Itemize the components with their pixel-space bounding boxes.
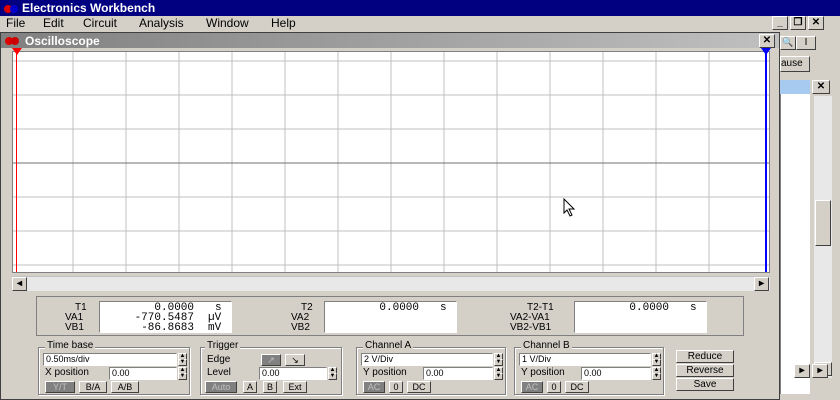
dt-unit: s [690, 302, 697, 314]
ba-button[interactable]: B/A [79, 381, 107, 393]
edge-fall-button[interactable]: ↘ [285, 354, 305, 366]
vb1-label: VB1 [65, 322, 84, 333]
app-close-button[interactable]: ✕ [808, 16, 824, 30]
menu-circuit[interactable]: Circuit [83, 16, 117, 30]
vb2-label: VB2 [291, 322, 310, 333]
channel-b-ypos-field[interactable]: 0.00 [581, 367, 651, 380]
trigger-a-button[interactable]: A [243, 381, 257, 393]
channel-b-title: Channel B [521, 340, 572, 351]
t2-value: 0.0000 [379, 302, 419, 314]
background-scroll-thumb[interactable] [815, 200, 831, 246]
vb1-unit: mV [208, 322, 222, 334]
timebase-down-button[interactable]: ▼ [178, 359, 187, 366]
oscilloscope-screen[interactable] [12, 48, 771, 273]
trigger-auto-button[interactable]: Auto [205, 381, 237, 393]
xpos-field[interactable]: 0.00 [109, 367, 177, 380]
oscilloscope-title: Oscilloscope [25, 34, 100, 48]
level-field[interactable]: 0.00 [259, 367, 327, 380]
xpos-down-button[interactable]: ▼ [178, 373, 187, 380]
app-minimize-button[interactable]: _ [772, 16, 788, 30]
power-switch[interactable]: I [796, 36, 816, 50]
app-restore-button[interactable]: ❐ [790, 16, 806, 30]
channel-a-ypos-field[interactable]: 0.00 [423, 367, 493, 380]
scroll-right-button[interactable]: ▸ [754, 277, 769, 291]
cursor-2-marker[interactable] [761, 48, 771, 55]
app-icon [4, 2, 18, 14]
channel-b-ypos-label: Y position [521, 367, 565, 378]
channel-b-scale-down-button[interactable]: ▼ [652, 359, 661, 366]
channel-a-scale-field[interactable]: 2 V/Div [361, 353, 493, 366]
timebase-group: Time base 0.50ms/div ▲ ▼ X position 0.00… [38, 340, 190, 395]
background-panel-header [780, 80, 810, 94]
ab-button[interactable]: A/B [111, 381, 139, 393]
trigger-b-button[interactable]: B [263, 381, 277, 393]
screen-hscrollbar[interactable]: ◂ ▸ [12, 276, 770, 291]
background-hscroll-right[interactable]: ▸ [794, 364, 810, 378]
xpos-label: X position [45, 367, 89, 378]
app-title: Electronics Workbench [22, 1, 156, 15]
reduce-button[interactable]: Reduce [676, 350, 734, 363]
channel-a-title: Channel A [363, 340, 414, 351]
menu-analysis[interactable]: Analysis [139, 16, 184, 30]
menu-window[interactable]: Window [206, 16, 249, 30]
readout-3-display: 0.0000 s [574, 301, 707, 333]
readout-1-display: 0.0000 s -770.5487 µV -86.8683 mV [99, 301, 232, 334]
timebase-title: Time base [45, 340, 96, 351]
background-toolbar: 🔍 I ause [780, 32, 840, 80]
readout-panel: T1 VA1 VB1 0.0000 s -770.5487 µV -86.868… [36, 296, 744, 336]
cursor-2-line[interactable] [765, 52, 767, 272]
timebase-field[interactable]: 0.50ms/div [43, 353, 177, 366]
yt-button[interactable]: Y/T [45, 381, 75, 393]
channel-b-scale-field[interactable]: 1 V/Div [519, 353, 651, 366]
trigger-ext-button[interactable]: Ext [283, 381, 307, 393]
readout-2-display: 0.0000 s [324, 301, 457, 333]
screen-grid [13, 52, 769, 272]
channel-a-dc-button[interactable]: DC [407, 381, 431, 393]
background-panel-close-button[interactable]: ✕ [812, 80, 830, 94]
background-vscrollbar[interactable]: ▼ [814, 96, 832, 378]
scroll-left-button[interactable]: ◂ [12, 277, 27, 291]
channel-a-ypos-down-button[interactable]: ▼ [494, 373, 503, 380]
trigger-group: Trigger Edge ↗ ↘ Level 0.00 ▲ ▼ Auto A B… [200, 340, 342, 395]
channel-a-ac-button[interactable]: AC [363, 381, 385, 393]
level-down-button[interactable]: ▼ [328, 373, 337, 380]
background-hscroll-right-2[interactable]: ▸ [812, 364, 828, 378]
dvb-label: VB2-VB1 [510, 322, 552, 333]
vb1-value: -86.8683 [141, 322, 194, 334]
trigger-title: Trigger [205, 340, 241, 351]
channel-a-ypos-label: Y position [363, 367, 407, 378]
channel-b-group: Channel B 1 V/Div ▲ ▼ Y position 0.00 ▲ … [514, 340, 664, 395]
channel-a-zero-button[interactable]: 0 [389, 381, 403, 393]
channel-a-group: Channel A 2 V/Div ▲ ▼ Y position 0.00 ▲ … [356, 340, 506, 395]
background-zoom-button[interactable]: 🔍 [780, 36, 796, 50]
menu-file[interactable]: File [6, 16, 25, 30]
reverse-button[interactable]: Reverse [676, 364, 734, 377]
save-button[interactable]: Save [676, 378, 734, 391]
menu-bar: File Edit Circuit Analysis Window Help _… [0, 16, 840, 32]
oscilloscope-window: Oscilloscope ✕ ◂ ▸ T1 VA1 VB1 0.0000 s -… [0, 32, 780, 400]
level-label: Level [207, 367, 231, 378]
background-panel [780, 94, 810, 394]
channel-b-ypos-down-button[interactable]: ▼ [652, 373, 661, 380]
app-title-bar: Electronics Workbench [0, 0, 840, 16]
oscilloscope-title-bar: Oscilloscope ✕ [1, 33, 779, 48]
oscilloscope-icon [5, 35, 19, 47]
edge-label: Edge [207, 354, 231, 365]
oscilloscope-close-button[interactable]: ✕ [759, 34, 775, 48]
menu-help[interactable]: Help [271, 16, 296, 30]
cursor-1-marker[interactable] [12, 48, 22, 55]
pause-button[interactable]: ause [780, 56, 810, 72]
t2-unit: s [440, 302, 447, 314]
cursor-1-line[interactable] [16, 52, 17, 272]
dt-value: 0.0000 [629, 302, 669, 314]
edge-rise-button[interactable]: ↗ [261, 354, 281, 366]
channel-b-dc-button[interactable]: DC [565, 381, 589, 393]
channel-b-zero-button[interactable]: 0 [547, 381, 561, 393]
menu-edit[interactable]: Edit [43, 16, 64, 30]
channel-a-scale-down-button[interactable]: ▼ [494, 359, 503, 366]
mouse-pointer-icon [563, 198, 576, 217]
channel-b-ac-button[interactable]: AC [521, 381, 543, 393]
